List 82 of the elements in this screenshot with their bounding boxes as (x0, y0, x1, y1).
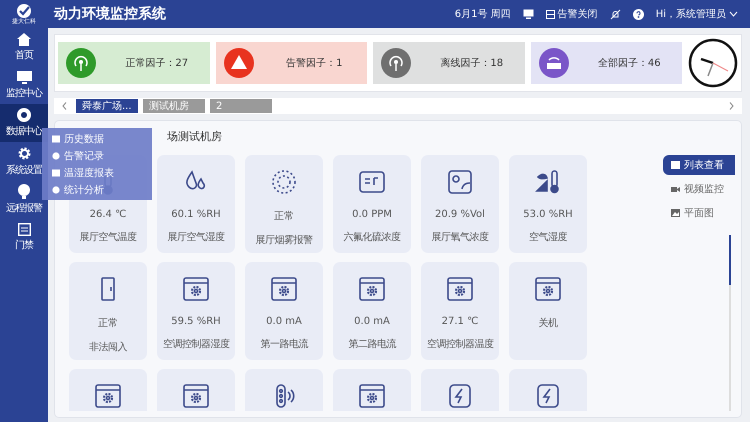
chevron-left-icon (62, 102, 67, 110)
alarm-toggle-button[interactable]: 告警关闭 (546, 7, 598, 21)
sidebar-item[interactable]: 首页 (0, 28, 48, 66)
ac-icon (533, 274, 563, 304)
sensor-value: 20.9 %Vol (435, 209, 485, 220)
sensor-value: 0.0 mA (266, 316, 302, 327)
sensor-name: 空气湿度 (529, 230, 567, 244)
ac-icon (357, 381, 387, 411)
bell-off-icon[interactable] (610, 8, 621, 20)
sensor-name: 展厅空气温度 (80, 230, 136, 244)
home-icon (17, 32, 31, 46)
sensor-name: 展厅空气湿度 (168, 230, 224, 244)
stat-label: 正常因子：27 (124, 56, 190, 70)
ac-icon (181, 274, 211, 304)
bulb-icon (18, 184, 30, 198)
ring-icon (17, 108, 31, 122)
sensor-name: 空调控制器湿度 (162, 338, 230, 351)
sensor-card[interactable]: 53.0 %RH 空气湿度 (509, 155, 587, 253)
ac-icon (93, 381, 123, 411)
sensor-name: 展厅烟雾报警 (256, 234, 312, 247)
sensor-card[interactable]: 0.0 mA 第二路电流 (333, 262, 411, 360)
stat-label: 离线因子：18 (439, 56, 504, 70)
chevron-right-icon (729, 102, 734, 110)
stat-label: 告警因子：1 (285, 56, 344, 70)
sensor-card[interactable]: 60.1 %RH 展厅空气湿度 (157, 155, 235, 253)
user-menu[interactable]: Hi，系统管理员 (656, 7, 738, 21)
sensor-card[interactable]: 59.5 %RH 空调控制器湿度 (157, 262, 235, 360)
help-icon[interactable] (632, 8, 644, 20)
sensor-name: 关机 (538, 316, 558, 330)
sensor-card[interactable]: 0.0 mA 第一路电流 (245, 262, 323, 360)
stat-label: 全部因子：46 (596, 56, 662, 70)
grid-icon (671, 161, 680, 169)
ac-icon (357, 274, 387, 304)
sensor-value: 26.4 ℃ (90, 209, 126, 220)
sensor-value: 59.5 %RH (171, 316, 221, 327)
document-icon (52, 168, 60, 176)
o2-icon (445, 167, 475, 197)
camera-icon (671, 185, 680, 193)
access-card-icon (18, 222, 30, 236)
sensor-card[interactable]: 0.0 PPM 六氟化硫浓度 (333, 155, 411, 253)
sensor-value: 正常 (274, 210, 294, 223)
sensor-value: 正常 (98, 316, 118, 330)
warning-icon (224, 48, 254, 78)
room-title: 场测试机房 (167, 129, 222, 145)
sensor-card[interactable]: 正常 展厅烟雾报警 (245, 155, 323, 253)
signal-tower-icon (381, 48, 411, 78)
sensor-card[interactable]: 关机 (509, 262, 587, 360)
sensor-value: 60.1 %RH (171, 209, 221, 220)
view-button[interactable]: 列表查看 (663, 155, 735, 175)
monitor-icon[interactable] (522, 9, 534, 19)
router-icon (538, 48, 568, 78)
sensor-name: 空调控制器温度 (426, 338, 494, 351)
view-button[interactable]: 视频监控 (663, 179, 735, 199)
sidebar-item[interactable]: 监控中心 (0, 66, 48, 104)
sensor-card[interactable]: 正常 非法闯入 (69, 262, 147, 360)
room-tab[interactable]: 舜泰广场... (76, 99, 138, 113)
signal-tower-icon (66, 48, 96, 78)
panel-icon (546, 10, 555, 18)
sensor-name: 非法闯入 (89, 340, 127, 354)
ac-icon (181, 381, 211, 411)
app-title: 动力环境监控系统 (54, 5, 166, 23)
caret-icon (729, 11, 738, 17)
sensor-card[interactable]: 20.9 %Vol 展厅氧气浓度 (421, 155, 499, 253)
image-icon (671, 209, 680, 217)
date-text: 6月1号 周四 (454, 8, 511, 21)
sensor-value: 53.0 %RH (523, 209, 573, 220)
sensor-name: 展厅氧气浓度 (432, 230, 488, 244)
view-button[interactable]: 平面图 (663, 203, 735, 223)
sensor-name: 第一路电流 (260, 338, 308, 351)
sidebar-item[interactable]: 数据中心 (0, 104, 48, 142)
sensor-value: 0.0 mA (354, 316, 390, 327)
monitor-icon (16, 70, 32, 84)
sensor-name: 第二路电流 (348, 338, 396, 351)
sensor-card[interactable]: 27.1 ℃ 空调控制器温度 (421, 262, 499, 360)
sensor-value: 27.1 ℃ (442, 316, 478, 327)
sensor-value: 0.0 PPM (352, 209, 392, 220)
ac-icon (269, 274, 299, 304)
scroll-thumb[interactable] (729, 235, 731, 285)
document-icon (52, 134, 60, 142)
sensor-name: 六氟化硫浓度 (344, 230, 400, 244)
ac-icon (445, 274, 475, 304)
sidebar-item[interactable]: 门禁 (0, 218, 48, 256)
